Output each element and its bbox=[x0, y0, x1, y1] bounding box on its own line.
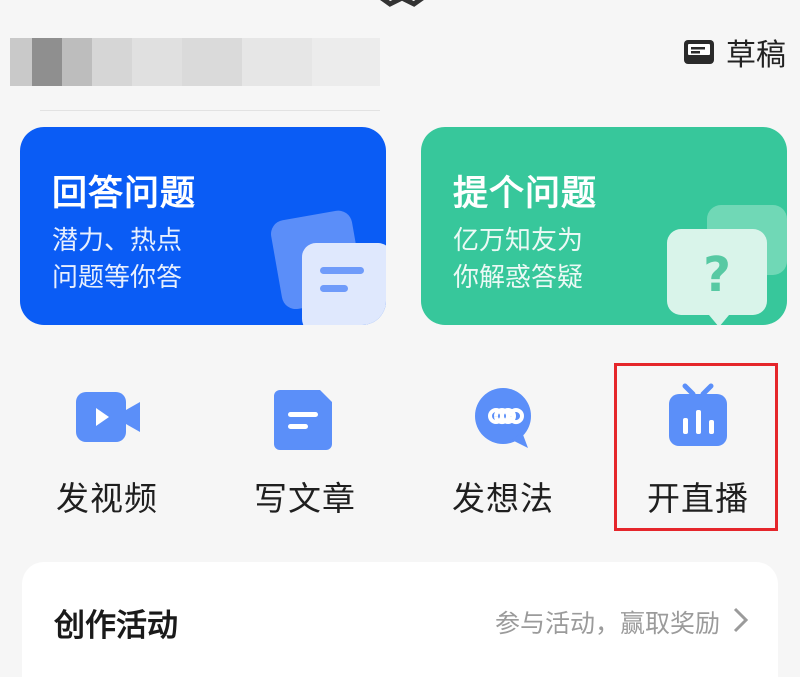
chevron-right-icon bbox=[733, 607, 749, 633]
article-icon bbox=[274, 390, 332, 450]
activity-title: 创作活动 bbox=[54, 608, 178, 644]
card-title: 回答问题 bbox=[52, 174, 197, 214]
username-obscured bbox=[10, 38, 380, 86]
creation-activity-row[interactable]: 创作活动 参与活动，赢取奖励 bbox=[22, 562, 778, 677]
svg-text:?: ? bbox=[703, 247, 731, 303]
idea-bubble-icon bbox=[475, 388, 531, 448]
header-divider bbox=[40, 110, 380, 111]
ask-question-card[interactable]: 提个问题 亿万知友为 你解惑答疑 ? bbox=[421, 127, 787, 325]
activity-subtitle: 参与活动，赢取奖励 bbox=[494, 609, 720, 638]
question-bubble-icon: ? bbox=[667, 205, 787, 325]
drafts-tray-icon bbox=[684, 40, 714, 64]
action-label: 发想法 bbox=[452, 479, 554, 518]
write-article-button[interactable]: 写文章 bbox=[210, 360, 400, 530]
highlight-annotation-box bbox=[614, 363, 778, 531]
partial-top-icon bbox=[380, 0, 424, 7]
post-video-button[interactable]: 发视频 bbox=[12, 360, 202, 530]
card-subtitle: 亿万知友为 你解惑答疑 bbox=[453, 226, 584, 293]
answer-question-card[interactable]: 回答问题 潜力、热点 问题等你答 bbox=[20, 127, 386, 325]
action-label: 写文章 bbox=[254, 479, 356, 518]
answer-document-icon bbox=[271, 210, 386, 325]
action-label: 发视频 bbox=[56, 479, 158, 518]
card-title: 提个问题 bbox=[453, 174, 598, 214]
drafts-button[interactable]: 草稿 bbox=[682, 32, 786, 73]
card-subtitle: 潜力、热点 问题等你答 bbox=[52, 226, 183, 293]
drafts-label: 草稿 bbox=[726, 38, 786, 73]
post-idea-button[interactable]: 发想法 bbox=[408, 360, 598, 530]
video-camera-icon bbox=[76, 392, 140, 442]
